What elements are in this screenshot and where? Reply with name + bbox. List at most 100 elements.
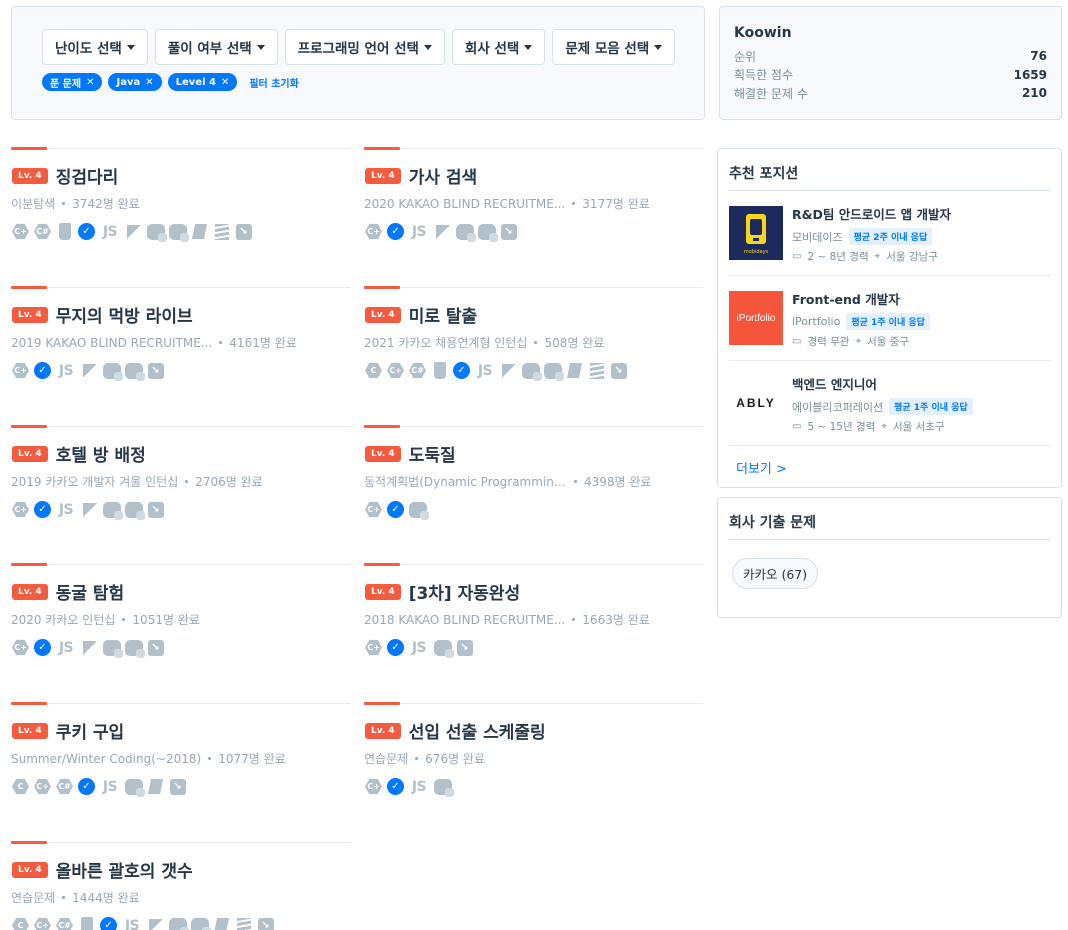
- js-icon: JS: [124, 917, 140, 930]
- level-badge: Lv. 4: [12, 306, 48, 323]
- more-link[interactable]: 더보기 >: [736, 458, 787, 477]
- divider: [11, 703, 350, 704]
- problem-meta: 2019 KAKAO BLIND RECRUITME... 4161명 완료: [11, 334, 297, 351]
- job-item[interactable]: mobidays R&D팀 안드로이드 앱 개발자 모비데이즈 평균 2주 이내…: [729, 191, 1051, 276]
- problem-category: 2021 카카오 채용연계형 인턴십: [364, 336, 528, 350]
- caret-down-icon: [126, 44, 135, 50]
- problem-card[interactable]: Lv. 4 도둑질 동적계획법(Dynamic Programming... 4398…: [364, 425, 703, 556]
- problem-card[interactable]: Lv. 4 선입 선출 스케줄링 연습문제 676명 완료 C+ ✓ JS: [364, 702, 703, 833]
- user-stats-panel: Koowin 순위 76 획득한 점수 1659 해결한 문제 수 210: [719, 6, 1062, 120]
- python2-icon: [168, 916, 189, 930]
- problem-title[interactable]: 무지의 먹방 라이브: [56, 302, 193, 327]
- problem-card[interactable]: Lv. 4 동굴 탐험 2020 카카오 인턴십 1051명 완료 C+ ✓ JS ↘: [11, 563, 350, 694]
- reset-filters-link[interactable]: 필터 초기화: [249, 75, 298, 90]
- chip-label: Level 4: [175, 76, 216, 88]
- solved-check-icon: ✓: [386, 638, 405, 657]
- company-dropdown[interactable]: 회사 선택: [451, 29, 546, 65]
- job-title: 백엔드 엔지니어: [792, 377, 877, 392]
- divider: [11, 148, 350, 149]
- python2-icon: [102, 500, 123, 520]
- location-pin-icon: ⌖: [855, 336, 862, 347]
- python2-icon: [102, 361, 123, 381]
- company-row: 모비데이즈 평균 2주 이내 응답: [792, 228, 933, 245]
- swift-icon: ↘: [146, 500, 165, 519]
- recommended-positions-panel: 추천 포지션 mobidays R&D팀 안드로이드 앱 개발자 모비데이즈 평…: [717, 148, 1062, 488]
- problem-card[interactable]: Lv. 4 가사 검색 2020 KAKAO BLIND RECRUITME... 3…: [364, 147, 703, 278]
- caret-down-icon: [423, 44, 432, 50]
- problem-title[interactable]: 선입 선출 스케줄링: [409, 718, 546, 743]
- problem-card[interactable]: Lv. 4 올바른 괄호의 갯수 연습문제 1444명 완료 C C+ C# ✓ JS ↘: [11, 841, 350, 930]
- problem-card[interactable]: Lv. 4 징검다리 이분탐색 3742명 완료 C+ C# ✓ JS ↘: [11, 147, 350, 278]
- level-accent-bar: [11, 286, 47, 289]
- level-accent-bar: [364, 563, 400, 566]
- close-icon[interactable]: ✕: [221, 77, 229, 88]
- level-accent-bar: [11, 841, 47, 844]
- job-item[interactable]: ABLY 백엔드 엔지니어 에이블리코퍼레이션 평균 1주 이내 응답 ▭ 5 ~…: [729, 361, 1051, 446]
- swift-icon: ↘: [455, 638, 474, 657]
- job-info-row: ▭ 5 ~ 15년 경력 ⌖ 서울 서초구: [792, 419, 945, 434]
- problem-title[interactable]: 미로 탈출: [409, 302, 477, 327]
- problem-card[interactable]: Lv. 4 미로 탈출 2021 카카오 채용연계형 인턴십 508명 완료 C C+ C#…: [364, 286, 703, 417]
- problem-category: 2019 카카오 개발자 겨울 인턴십: [11, 475, 179, 489]
- cpp-icon: C+: [11, 638, 30, 657]
- company-name: 모비데이즈: [792, 230, 843, 244]
- js-icon: JS: [102, 778, 118, 795]
- language-dropdown[interactable]: 프로그래밍 언어 선택: [284, 29, 445, 65]
- caret-down-icon: [256, 44, 265, 50]
- problem-title[interactable]: 징검다리: [56, 163, 119, 188]
- filter-dropdowns: 난이도 선택 풀이 여부 선택 프로그래밍 언어 선택 회사 선택 문제 모음 …: [42, 29, 676, 65]
- laptop-icon: ▭: [792, 336, 802, 347]
- problem-card[interactable]: Lv. 4 무지의 먹방 라이브 2019 KAKAO BLIND RECRUITM…: [11, 286, 350, 417]
- job-item[interactable]: iPortfolio Front-end 개발자 iPortfolio 평균 1…: [729, 276, 1051, 361]
- solved-check-icon: ✓: [386, 500, 405, 519]
- level-accent-bar: [364, 286, 400, 289]
- filter-chip-solved[interactable]: 푼 문제 ✕: [42, 73, 103, 91]
- location: 서울 강남구: [886, 251, 938, 263]
- completed-count: 4398명 완료: [584, 475, 652, 489]
- problem-title[interactable]: 쿠키 구입: [56, 718, 124, 743]
- problem-card[interactable]: Lv. 4 쿠키 구입 Summer/Winter Coding(~2018) 107…: [11, 702, 350, 833]
- completed-count: 1051명 완료: [132, 613, 200, 627]
- completed-count: 2706명 완료: [195, 475, 263, 489]
- problem-title[interactable]: 동굴 탐험: [56, 579, 124, 604]
- language-icons: C+ ✓ JS ↘: [11, 500, 165, 520]
- separator-dot: [572, 618, 576, 621]
- problem-title[interactable]: [3차] 자동완성: [409, 579, 521, 604]
- kotlin-icon: [80, 638, 99, 657]
- problem-title[interactable]: 도둑질: [409, 441, 456, 466]
- csharp-icon: C#: [55, 916, 74, 930]
- difficulty-dropdown[interactable]: 난이도 선택: [42, 29, 148, 65]
- location-pin-icon: ⌖: [874, 251, 881, 262]
- problem-meta: 연습문제 1444명 완료: [11, 889, 140, 906]
- problem-category: 연습문제: [364, 752, 409, 766]
- problem-title[interactable]: 호텔 방 배정: [56, 441, 146, 466]
- language-icons: C+ ✓ JS ↘: [11, 361, 165, 381]
- solved-check-icon: ✓: [452, 361, 471, 380]
- collection-dropdown[interactable]: 문제 모음 선택: [552, 29, 676, 65]
- level-badge: Lv. 4: [12, 167, 48, 184]
- filter-chip-level4[interactable]: Level 4 ✕: [167, 73, 238, 91]
- python3-icon: [124, 777, 145, 797]
- close-icon[interactable]: ✕: [145, 77, 153, 88]
- response-badge: 평균 1주 이내 응답: [846, 313, 930, 330]
- problem-meta: 2020 KAKAO BLIND RECRUITME... 3177명 완료: [364, 195, 650, 212]
- laptop-icon: ▭: [792, 421, 802, 432]
- divider: [364, 148, 703, 149]
- job-info-row: ▭ 경력 무관 ⌖ 서울 중구: [792, 334, 909, 349]
- filter-chip-java[interactable]: Java ✕: [108, 73, 162, 91]
- problem-card[interactable]: Lv. 4 호텔 방 배정 2019 카카오 개발자 겨울 인턴십 2706명 완료 C…: [11, 425, 350, 556]
- close-icon[interactable]: ✕: [86, 77, 94, 88]
- chip-label: Java: [116, 76, 141, 88]
- problem-title[interactable]: 가사 검색: [409, 163, 477, 188]
- problem-title[interactable]: 올바른 괄호의 갯수: [56, 857, 193, 882]
- level-badge: Lv. 4: [12, 722, 48, 739]
- language-icons: C C+ C# ✓ JS ↘: [364, 361, 628, 381]
- panel-title: 추천 포지션: [729, 166, 799, 182]
- problem-card[interactable]: Lv. 4 [3차] 자동완성 2018 KAKAO BLIND RECRUITME…: [364, 563, 703, 694]
- solved-status-dropdown[interactable]: 풀이 여부 선택: [154, 29, 278, 65]
- divider: [364, 287, 703, 288]
- problem-header: Lv. 4 선입 선출 스케줄링: [365, 718, 546, 743]
- completed-count: 676명 완료: [425, 752, 486, 766]
- company-tag-kakao[interactable]: 카카오 (67): [732, 558, 819, 589]
- completed-count: 4161명 완료: [229, 336, 297, 350]
